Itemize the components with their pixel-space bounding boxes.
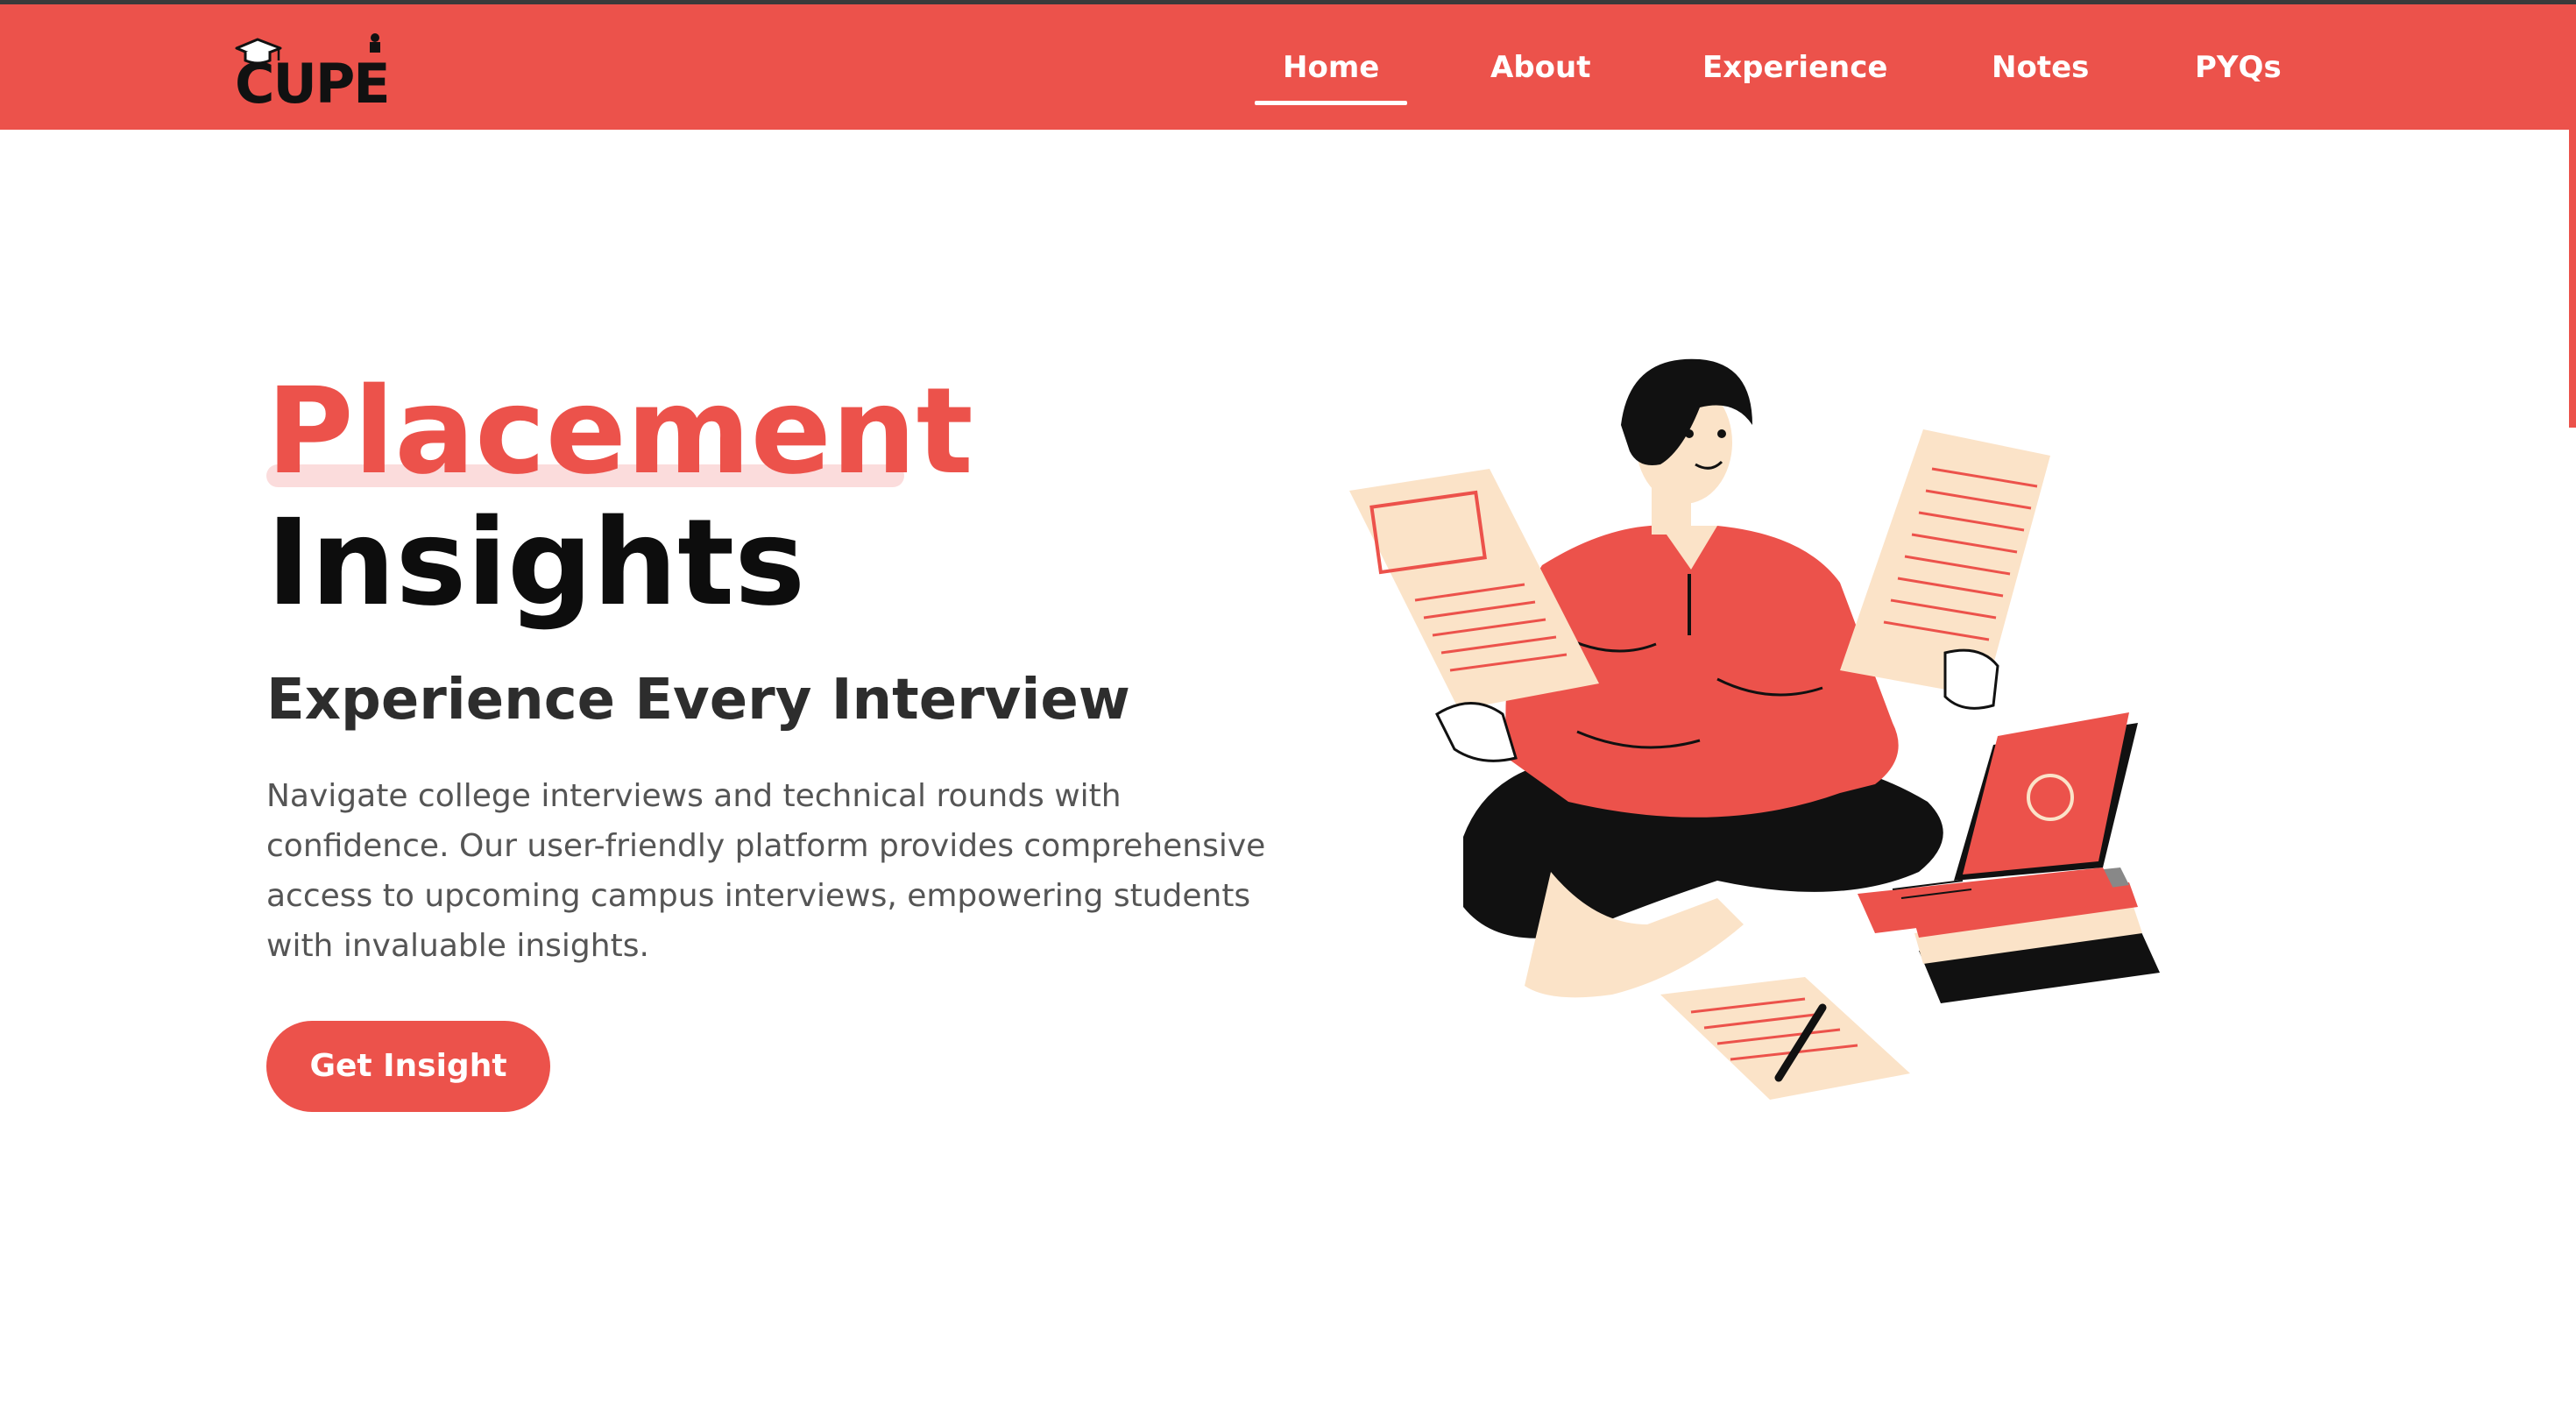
hero-title-line1: Placement (266, 363, 973, 501)
svg-text:CUPE: CUPE (235, 52, 389, 111)
nav-about[interactable]: About (1490, 48, 1590, 87)
nav-notes[interactable]: Notes (1992, 48, 2089, 87)
head-icon (1621, 358, 1752, 535)
nav-active-underline (1255, 101, 1407, 105)
get-insight-button[interactable]: Get Insight (266, 1021, 550, 1112)
floor-paper-icon (1660, 977, 1910, 1100)
cupe-logo[interactable]: CUPE (230, 31, 405, 111)
figure-icon (370, 33, 380, 53)
navbar: CUPE Home About Experience Notes PYQs (0, 4, 2576, 130)
hero-description: Navigate college interviews and technica… (266, 778, 1266, 964)
scroll-indicator[interactable] (2569, 130, 2576, 428)
nav-experience[interactable]: Experience (1702, 48, 1887, 87)
student-reading-laptop-illustration (1349, 358, 2160, 1100)
hero-subtitle: Experience Every Interview (266, 668, 1130, 733)
hero-title-line2: Insights (266, 494, 806, 633)
nav-home[interactable]: Home (1283, 48, 1379, 87)
nav-pyqs[interactable]: PYQs (2195, 48, 2282, 87)
